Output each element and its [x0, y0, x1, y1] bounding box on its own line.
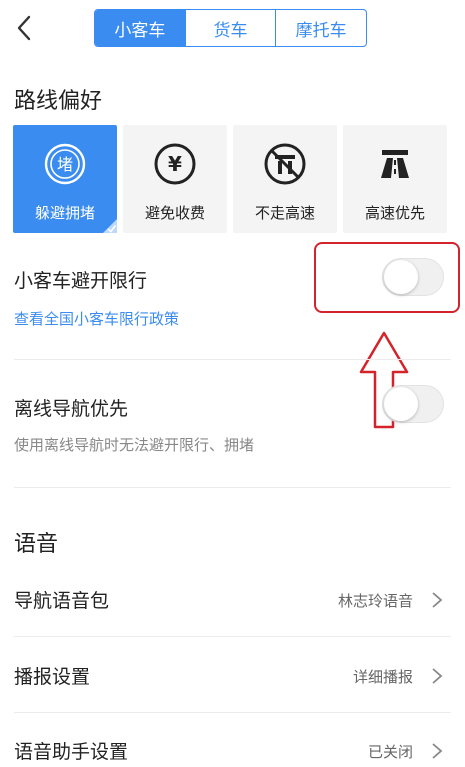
chevron-right-icon — [432, 668, 443, 684]
menu-value: 详细播报 — [352, 668, 413, 686]
svg-text:堵: 堵 — [57, 155, 73, 174]
tab-truck[interactable]: 货车 — [186, 10, 277, 46]
menu-value: 林志玲语音 — [337, 592, 413, 610]
chevron-right-icon — [432, 592, 443, 608]
offline-title: 离线导航优先 — [14, 398, 129, 420]
no-highway-icon — [264, 143, 306, 185]
pref-highway-first[interactable]: 高速优先 — [343, 125, 447, 233]
offline-subtitle: 使用离线导航时无法避开限行、拥堵 — [14, 436, 255, 454]
menu-label: 语音助手设置 — [14, 741, 129, 763]
toggle-knob — [384, 387, 418, 421]
tab-car[interactable]: 小客车 — [95, 10, 186, 46]
check-icon — [103, 219, 117, 233]
voice-section-title: 语音 — [14, 532, 59, 557]
avoid-congestion-icon: 堵 — [44, 143, 86, 185]
route-pref-title: 路线偏好 — [14, 89, 103, 114]
menu-row-voice-assistant[interactable]: 语音助手设置 已关闭 — [0, 731, 465, 767]
tab-motorcycle[interactable]: 摩托车 — [276, 10, 366, 46]
pref-label: 高速优先 — [364, 204, 425, 222]
pref-no-highway[interactable]: 不走高速 — [233, 125, 337, 233]
chevron-left-icon — [17, 15, 31, 41]
menu-label: 导航语音包 — [14, 590, 110, 612]
annotation-highlight-box — [314, 242, 460, 313]
menu-value: 已关闭 — [367, 743, 413, 761]
menu-row-voice-pack[interactable]: 导航语音包 林志玲语音 — [0, 580, 465, 620]
back-button[interactable] — [8, 10, 40, 46]
vehicle-type-tabs: 小客车 货车 摩托车 — [94, 9, 367, 47]
divider — [14, 712, 451, 713]
divider — [14, 487, 451, 488]
restriction-policy-link[interactable]: 查看全国小客车限行政策 — [14, 308, 179, 329]
pref-avoid-congestion[interactable]: 堵 躲避拥堵 — [13, 125, 117, 233]
divider — [14, 359, 451, 360]
highway-icon — [381, 150, 409, 178]
restriction-title: 小客车避开限行 — [14, 270, 148, 292]
menu-row-broadcast-settings[interactable]: 播报设置 详细播报 — [0, 656, 465, 696]
route-pref-options: 堵 躲避拥堵 ¥ 避免收费 不走高速 高速优先 — [13, 125, 461, 233]
divider — [14, 636, 451, 637]
pref-label: 避免收费 — [144, 204, 205, 222]
top-bar: 小客车 货车 摩托车 — [0, 0, 465, 56]
pref-label: 躲避拥堵 — [34, 204, 95, 222]
svg-text:¥: ¥ — [168, 152, 182, 176]
offline-toggle[interactable] — [382, 385, 444, 423]
chevron-right-icon — [432, 743, 443, 759]
menu-label: 播报设置 — [14, 666, 91, 688]
pref-label: 不走高速 — [254, 204, 315, 222]
avoid-toll-icon: ¥ — [154, 143, 196, 185]
pref-avoid-toll[interactable]: ¥ 避免收费 — [123, 125, 227, 233]
